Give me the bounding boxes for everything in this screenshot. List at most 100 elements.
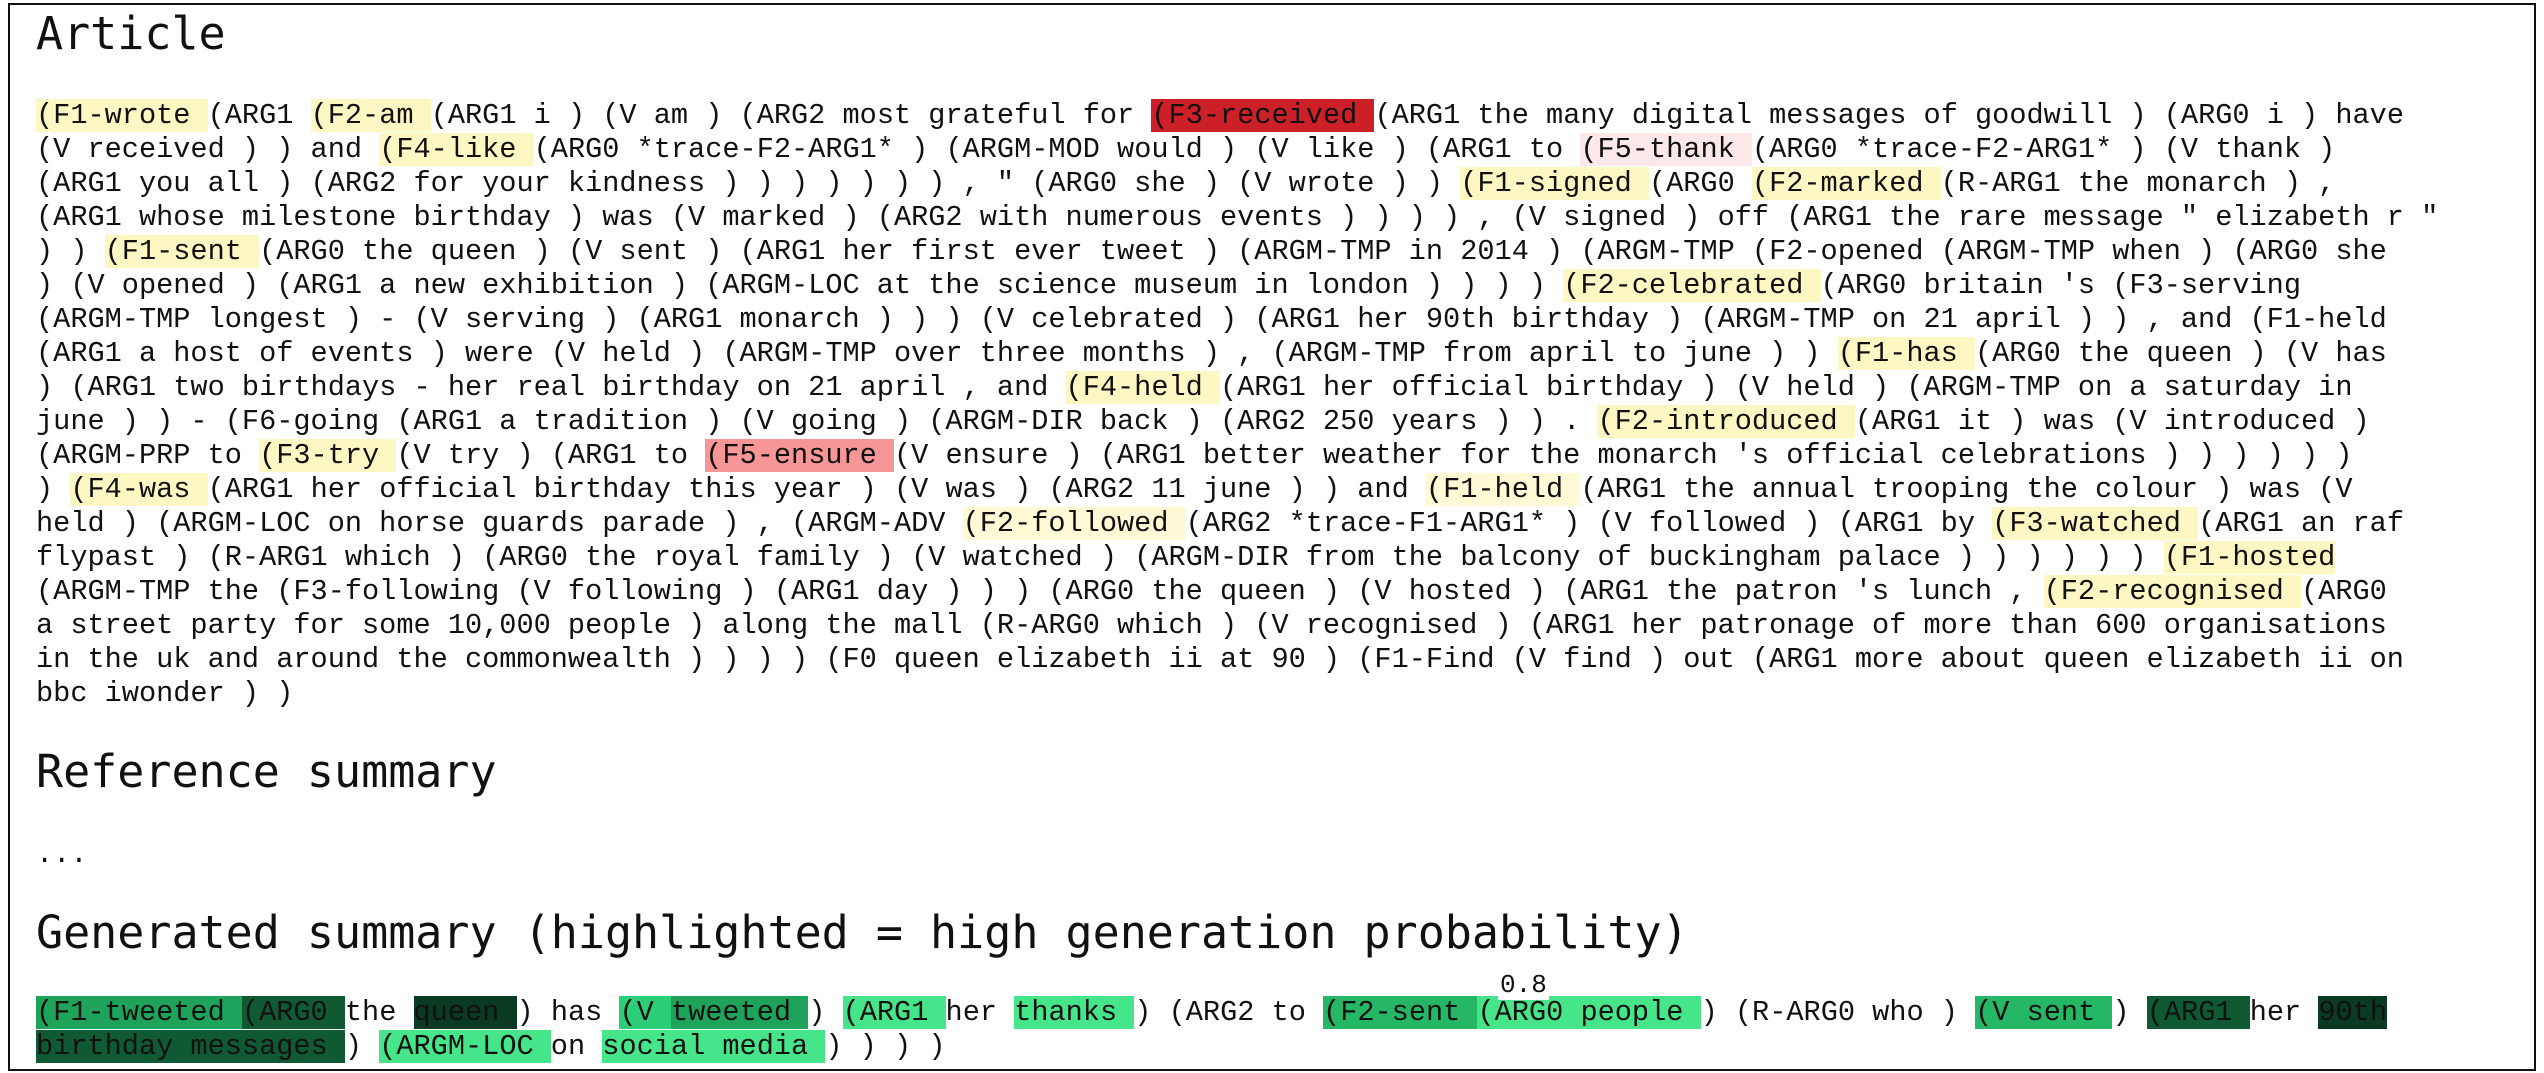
article-line: bbc iwonder ) ) [36,677,2438,711]
article-token: (V try ) (ARG1 to [396,439,706,472]
article-token: (ARG1 whose milestone birthday ) was (V … [36,201,2439,234]
generated-token: ) [344,1030,380,1063]
article-token: held ) (ARGM-LOC on horse guards parade … [36,507,963,540]
article-token: (ARG1 you all ) (ARG2 for your kindness … [36,167,1461,200]
article-token: (ARG0 britain 's (F3-serving [1820,269,2302,302]
article-token: (ARG1 her official birthday ) (V held ) … [1219,371,2353,404]
article-token: (ARGM-TMP longest ) - (V serving ) (ARG1… [36,303,2387,336]
article-token: in the uk and around the commonwealth ) … [36,643,2404,676]
generated-line: birthday messages ) (ARGM-LOC on social … [36,1030,2387,1064]
article-token: (V received ) ) and [36,133,380,166]
generated-token-highlight: (ARG1 [842,996,946,1029]
article-token: ) ) [36,235,105,268]
article-token: (ARG2 *trace-F1-ARG1* ) (V followed ) (A… [1185,507,1993,540]
article-token-highlight: (F2-celebrated [1563,269,1821,302]
article-token-highlight: (F2-introduced [1597,405,1855,438]
generated-summary-text: (F1-tweeted (ARG0 the queen ) has (V twe… [36,996,2387,1064]
article-token: (ARG0 the queen ) (V sent ) (ARG1 her fi… [259,235,2387,268]
article-line: (ARG1 a host of events ) were (V held ) … [36,337,2438,371]
article-token: ) [36,473,71,506]
article-token: ) (V opened ) (ARG1 a new exhibition ) (… [36,269,1564,302]
article-heading: Article [36,7,226,60]
article-token-highlight: (F1-wrote [36,99,208,132]
article-token-highlight: (F1-held [1425,473,1581,506]
article-line: ) (F4-was (ARG1 her official birthday th… [36,473,2438,507]
generated-summary-heading: Generated summary (highlighted = high ge… [36,906,1689,959]
generated-token: ) (ARG2 to [1134,996,1324,1029]
article-line: (V received ) ) and (F4-like (ARG0 *trac… [36,133,2438,167]
article-token: (ARG0 [1648,167,1752,200]
article-line: flypast ) (R-ARG1 which ) (ARG0 the roya… [36,541,2438,575]
article-token: (ARG0 [2301,575,2387,608]
article-token: (ARG1 i ) (V am ) (ARG2 most grateful fo… [430,99,1152,132]
article-token-highlight: (F1-has [1837,337,1975,370]
generated-token: ) [808,996,843,1029]
generated-token: on [550,1030,603,1063]
generated-token-highlight: queen [413,996,517,1029]
article-line: (ARGM-TMP longest ) - (V serving ) (ARG1… [36,303,2438,337]
article-token: (ARG1 the many digital messages of goodw… [1374,99,2404,132]
generated-line: (F1-tweeted (ARG0 the queen ) has (V twe… [36,996,2387,1030]
article-token-highlight: (F1-hosted [2163,541,2336,574]
article-token: (ARG1 a host of events ) were (V held ) … [36,337,1838,370]
generated-token-highlight: social media [602,1030,826,1063]
article-token-highlight: (F2-followed [962,507,1186,540]
article-token: june ) ) - (F6-going (ARG1 a tradition )… [36,405,1598,438]
article-line: (ARG1 whose milestone birthday ) was (V … [36,201,2438,235]
generated-token-highlight: 90th [2318,996,2387,1029]
generated-token-highlight: (F2-sent [1323,996,1478,1029]
article-token: (ARG0 *trace-F2-ARG1* ) (V thank ) [1751,133,2336,166]
article-token: (ARG0 *trace-F2-ARG1* ) (ARGM-MOD would … [533,133,1581,166]
article-token: bbc iwonder ) ) [36,677,294,710]
generated-token: ) ) ) ) [825,1030,946,1063]
article-token-highlight: (F4-held [1065,371,1220,404]
generated-token: ) has [516,996,620,1029]
article-line: ) (ARG1 two birthdays - her real birthda… [36,371,2438,405]
article-token: (ARG0 the queen ) (V has [1974,337,2387,370]
article-token: (V ensure ) (ARG1 better weather for the… [893,439,2353,472]
article-line: in the uk and around the commonwealth ) … [36,643,2438,677]
article-token: a street party for some 10,000 people ) … [36,609,2387,642]
generated-token: ) (R-ARG0 who ) [1700,996,1976,1029]
article-token: (ARGM-TMP the (F3-following (V following… [36,575,2044,608]
generated-token-highlight: birthday messages [36,1030,345,1063]
article-token-highlight: (F3-watched [1992,507,2199,540]
article-token-highlight: (F2-marked [1751,167,1941,200]
article-line: (ARGM-TMP the (F3-following (V following… [36,575,2438,609]
main-panel: Article (F1-wrote (ARG1 (F2-am (ARG1 i )… [8,3,2536,1071]
article-token: (ARG1 it ) was (V introduced ) [1854,405,2370,438]
article-line: (F1-wrote (ARG1 (F2-am (ARG1 i ) (V am )… [36,99,2438,133]
article-line: (ARGM-PRP to (F3-try (V try ) (ARG1 to (… [36,439,2438,473]
article-token-highlight: (F3-try [259,439,397,472]
generated-token: her [2249,996,2319,1029]
article-token: (R-ARG1 the monarch ) , [1940,167,2336,200]
generated-token-highlight: (ARG0 [241,996,345,1029]
generated-token: her [945,996,1015,1029]
reference-summary-heading: Reference summary [36,745,497,798]
article-token: (ARGM-PRP to [36,439,260,472]
article-line: (ARG1 you all ) (ARG2 for your kindness … [36,167,2438,201]
article-token-highlight: (F5-thank [1580,133,1752,166]
article-token-highlight: (F4-like [379,133,534,166]
article-token: (ARG1 [207,99,311,132]
generated-token-highlight: (F1-tweeted [36,996,242,1029]
article-token-highlight: (F2-recognised [2043,575,2301,608]
article-token: flypast ) (R-ARG1 which ) (ARG0 the roya… [36,541,2164,574]
article-line: ) (V opened ) (ARG1 a new exhibition ) (… [36,269,2438,303]
article-token: (ARG1 the annual trooping the colour ) w… [1580,473,2353,506]
generated-token-highlight: (ARGM-LOC [379,1030,551,1063]
article-token-highlight: (F3-received [1151,99,1375,132]
article-token-highlight: (F5-ensure [705,439,894,472]
article-line: a street party for some 10,000 people ) … [36,609,2438,643]
generated-token-highlight: thanks [1014,996,1135,1029]
article-text: (F1-wrote (ARG1 (F2-am (ARG1 i ) (V am )… [36,99,2438,711]
generated-token: ) [2112,996,2147,1029]
article-token-highlight: (F1-sent [104,235,260,268]
article-token-highlight: (F1-signed [1460,167,1649,200]
probability-tooltip: 0.8 [1498,970,1549,1000]
generated-token-highlight: (ARG0 [1477,996,1581,1029]
generated-token-highlight: (V [619,996,671,1029]
generated-token-highlight: (V sent [1975,996,2113,1029]
generated-token-highlight: (ARG1 [2146,996,2250,1029]
generated-token-highlight: tweeted [670,996,809,1029]
